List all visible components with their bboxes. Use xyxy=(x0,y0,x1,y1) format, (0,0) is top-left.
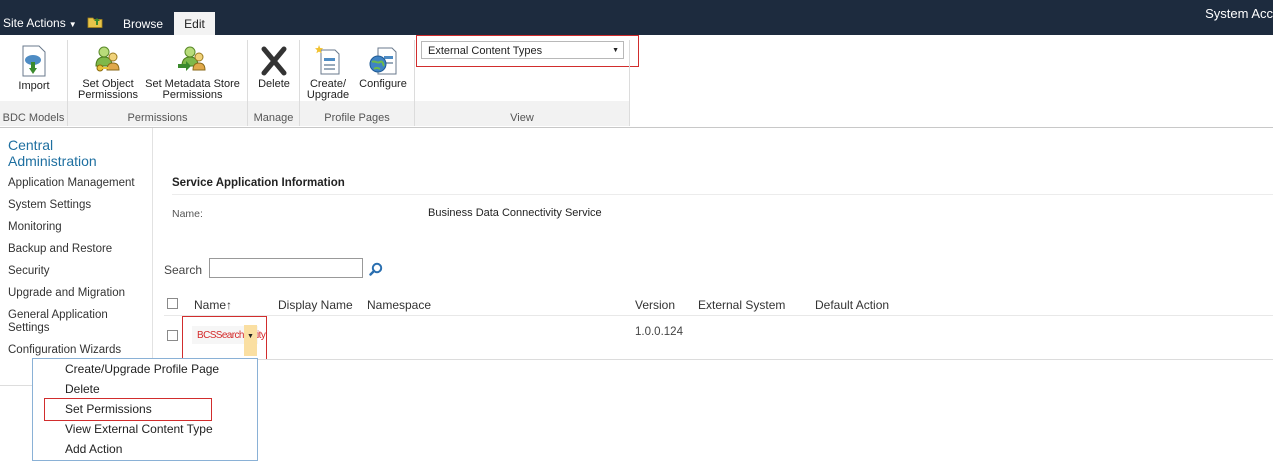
nav-title-line-2: Administration xyxy=(8,153,97,169)
nav-general-application-settings[interactable]: General Application Settings xyxy=(8,309,108,335)
delete-label: Delete xyxy=(258,78,290,90)
row-checkbox[interactable] xyxy=(167,330,178,341)
nav-security[interactable]: Security xyxy=(8,265,50,277)
ribbon-separator xyxy=(629,40,630,126)
navigate-up-folder-icon[interactable] xyxy=(87,15,103,28)
delete-button[interactable]: Delete xyxy=(252,44,296,90)
configure-globe-page-icon xyxy=(369,47,397,75)
import-icon xyxy=(22,45,46,77)
nav-divider xyxy=(152,128,153,358)
central-administration-link[interactable]: Central Administration xyxy=(8,137,97,169)
sort-ascending-icon: ↑ xyxy=(226,298,233,312)
import-label: Import xyxy=(18,80,50,92)
site-actions-menu[interactable]: Site Actions ▼ xyxy=(3,16,77,30)
menu-item-delete[interactable]: Delete xyxy=(65,382,100,396)
group-label-view: View xyxy=(510,112,534,124)
group-label-manage: Manage xyxy=(253,112,294,124)
configure-label: Configure xyxy=(359,78,407,90)
configure-button[interactable]: Configure xyxy=(356,44,410,90)
set-metadata-store-permissions-label-2: Permissions xyxy=(162,89,223,101)
name-label: Name: xyxy=(172,208,203,220)
nav-general-application-settings-line-2: Settings xyxy=(8,322,50,334)
search-icon[interactable] xyxy=(369,262,383,276)
column-header-external-system[interactable]: External System xyxy=(698,298,785,312)
set-object-permissions-label-2: Permissions xyxy=(78,89,138,101)
section-title: Service Application Information xyxy=(172,177,345,189)
nav-application-management[interactable]: Application Management xyxy=(8,177,135,189)
nav-system-settings[interactable]: System Settings xyxy=(8,199,91,211)
nav-monitoring[interactable]: Monitoring xyxy=(8,221,62,233)
group-label-profile-pages: Profile Pages xyxy=(324,112,390,124)
set-object-permissions-button[interactable]: Set Object Permissions xyxy=(76,44,140,101)
menu-item-view-external-content-type[interactable]: View External Content Type xyxy=(65,422,213,436)
section-divider xyxy=(172,194,1273,195)
menu-item-add-action[interactable]: Add Action xyxy=(65,442,122,456)
select-all-checkbox[interactable] xyxy=(167,298,178,309)
search-input[interactable] xyxy=(209,258,363,278)
set-metadata-store-permissions-button[interactable]: Set Metadata Store Permissions xyxy=(142,44,243,101)
group-label-bdc-models: BDC Models xyxy=(2,112,65,124)
user-account-menu[interactable]: System Acc xyxy=(1205,6,1273,21)
nav-title-line-1: Central xyxy=(8,137,54,153)
nav-backup-and-restore[interactable]: Backup and Restore xyxy=(8,243,112,255)
tab-edit[interactable]: Edit xyxy=(174,12,215,35)
column-header-default-action[interactable]: Default Action xyxy=(815,298,889,312)
users-arrow-icon xyxy=(177,46,206,71)
site-actions-label: Site Actions xyxy=(3,16,66,30)
users-key-icon xyxy=(95,46,120,72)
annotation-highlight-box xyxy=(44,398,212,421)
nav-upgrade-and-migration[interactable]: Upgrade and Migration xyxy=(8,287,125,299)
annotation-highlight-box xyxy=(416,35,639,67)
column-header-name[interactable]: Name↑ xyxy=(194,298,232,312)
name-value: Business Data Connectivity Service xyxy=(428,207,602,219)
nav-general-application-settings-line-1: General Application xyxy=(8,309,108,321)
delete-x-icon xyxy=(261,46,287,76)
create-upgrade-label-2: Upgrade xyxy=(306,89,350,101)
new-page-icon xyxy=(315,45,340,75)
table-row-rule xyxy=(164,359,1273,360)
annotation-highlight-box xyxy=(182,316,267,360)
create-upgrade-button[interactable]: Create/ Upgrade xyxy=(304,44,352,101)
group-label-permissions: Permissions xyxy=(127,112,188,124)
table-header-rule xyxy=(164,315,1273,316)
chevron-down-icon: ▼ xyxy=(68,20,77,29)
version-value: 1.0.0.124 xyxy=(635,326,683,338)
import-button[interactable]: Import xyxy=(8,44,60,92)
column-header-name-label: Name xyxy=(194,298,227,312)
tab-browse[interactable]: Browse xyxy=(113,14,173,35)
menu-item-create-upgrade-profile-page[interactable]: Create/Upgrade Profile Page xyxy=(65,362,219,376)
nav-bottom-rule xyxy=(0,385,32,386)
column-header-version[interactable]: Version xyxy=(635,298,675,312)
column-header-namespace[interactable]: Namespace xyxy=(367,298,431,312)
search-label: Search xyxy=(164,263,203,277)
nav-configuration-wizards[interactable]: Configuration Wizards xyxy=(8,344,121,356)
column-header-display-name[interactable]: Display Name xyxy=(278,298,353,312)
